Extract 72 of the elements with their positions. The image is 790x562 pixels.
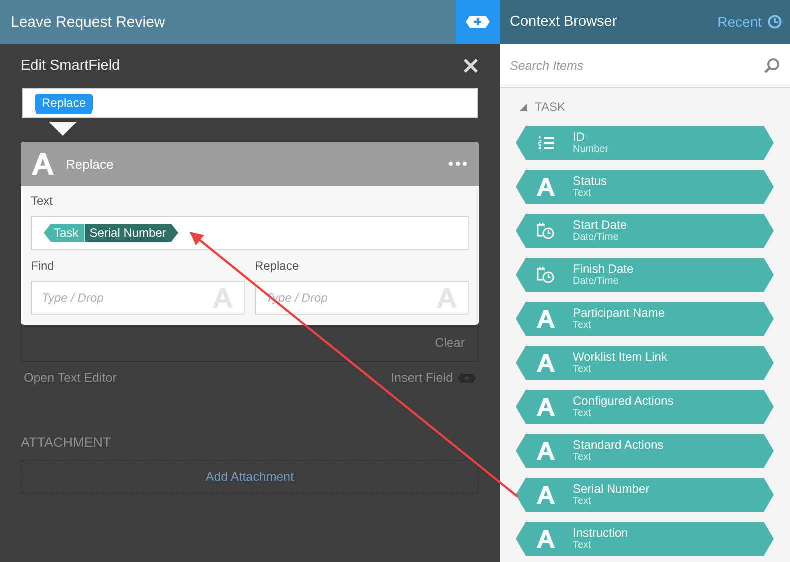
- function-chip[interactable]: Replace: [35, 94, 94, 112]
- add-tag-icon: [466, 16, 490, 28]
- panel-title: Context Browser: [510, 14, 618, 30]
- text-type-icon: [536, 310, 554, 328]
- text-type-icon: [213, 288, 233, 308]
- text-type-icon: [536, 530, 554, 548]
- add-attachment-link[interactable]: Add Attachment: [206, 470, 294, 484]
- pointer-icon: [49, 122, 77, 136]
- input-field[interactable]: Type / Drop: [31, 281, 245, 315]
- item-type: Date/Time: [573, 232, 620, 244]
- text-type-icon: [536, 442, 554, 460]
- item-name: Finish Date: [573, 262, 634, 276]
- item-type: Text: [573, 320, 592, 332]
- calendar-clock-icon: [536, 266, 554, 284]
- expression-field[interactable]: Replace: [22, 88, 478, 118]
- item-type: Text: [573, 364, 592, 376]
- item-name: Standard Actions: [573, 438, 664, 452]
- item-name: ID: [573, 130, 586, 144]
- insert-field-link[interactable]: Insert Field: [391, 371, 476, 385]
- text-input-field[interactable]: Task Serial Number: [31, 216, 469, 250]
- context-item[interactable]: Status Text: [516, 170, 774, 204]
- section-heading: ATTACHMENT: [21, 435, 112, 450]
- page-title: Leave Request Review: [11, 14, 166, 30]
- text-type-icon: [536, 354, 554, 372]
- calendar-clock-icon: [536, 222, 554, 240]
- context-item[interactable]: Finish Date Date/Time: [516, 258, 774, 292]
- field-label: Replace: [255, 259, 300, 273]
- context-item[interactable]: Instruction Text: [516, 522, 774, 556]
- item-name: Configured Actions: [573, 394, 674, 408]
- context-item[interactable]: ID Number: [516, 126, 774, 160]
- text-type-icon: [32, 153, 54, 175]
- item-type: Date/Time: [573, 276, 620, 288]
- field-label: Text: [31, 194, 54, 208]
- numbered-list-icon: [538, 136, 554, 150]
- text-type-icon: [536, 486, 554, 504]
- text-type-icon: [536, 398, 554, 416]
- source-tag: Task: [44, 224, 85, 242]
- field-label: Find: [31, 259, 56, 273]
- recent-link[interactable]: Recent: [718, 14, 782, 30]
- item-type: Text: [573, 452, 592, 464]
- text-type-icon: [536, 178, 554, 196]
- expand-icon[interactable]: [520, 104, 527, 110]
- item-name: Start Date: [573, 218, 628, 232]
- item-type: Text: [573, 496, 592, 508]
- card-title: Replace: [66, 156, 115, 172]
- context-item[interactable]: Participant Name Text: [516, 302, 774, 336]
- context-item[interactable]: Configured Actions Text: [516, 390, 774, 424]
- open-text-editor-link[interactable]: Open Text Editor: [24, 371, 117, 385]
- search-field[interactable]: Search Items: [500, 44, 790, 87]
- item-type: Number: [573, 144, 609, 156]
- text-type-icon: [437, 288, 457, 308]
- item-name: Participant Name: [573, 306, 666, 320]
- clock-icon: [768, 15, 782, 29]
- context-item[interactable]: Start Date Date/Time: [516, 214, 774, 248]
- context-item[interactable]: Worklist Item Link Text: [516, 346, 774, 380]
- item-name: Worklist Item Link: [573, 350, 668, 364]
- item-type: Text: [573, 540, 592, 552]
- insert-field-button[interactable]: [456, 0, 500, 44]
- context-item[interactable]: Standard Actions Text: [516, 434, 774, 468]
- item-type: Text: [573, 188, 592, 200]
- clear-button[interactable]: Clear: [435, 336, 465, 350]
- context-item[interactable]: Serial Number Text: [516, 478, 774, 512]
- item-type: Text: [573, 408, 592, 420]
- item-name: Instruction: [573, 526, 628, 540]
- more-icon[interactable]: [449, 162, 467, 166]
- group-label[interactable]: TASK: [535, 100, 566, 114]
- item-name: Serial Number: [573, 482, 650, 496]
- item-name: Status: [573, 174, 608, 188]
- close-icon[interactable]: [463, 58, 479, 74]
- field-tag: Serial Number: [84, 224, 178, 242]
- search-icon: [764, 58, 780, 74]
- dialog-title: Edit SmartField: [21, 58, 120, 74]
